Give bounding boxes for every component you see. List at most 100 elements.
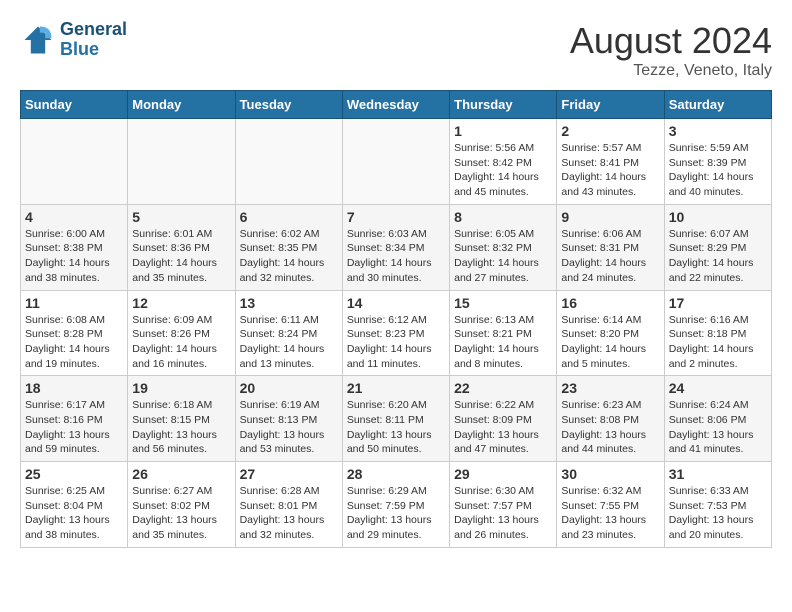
calendar-cell: 17Sunrise: 6:16 AM Sunset: 8:18 PM Dayli… — [664, 290, 771, 376]
day-number: 31 — [669, 466, 767, 482]
calendar-cell: 31 Sunrise: 6:33 AM Sunset: 7:53 PM Dayli… — [664, 462, 771, 548]
day-info: Sunrise: 6:25 AM Sunset: 8:04 PM Dayligh… — [25, 484, 123, 543]
day-info: Sunrise: 6:02 AM Sunset: 8:35 PM Dayligh… — [240, 227, 338, 286]
day-number: 11 — [25, 295, 123, 311]
day-info: Sunrise: 5:59 AM Sunset: 8:39 PM Dayligh… — [669, 141, 767, 200]
calendar-cell: 14Sunrise: 6:12 AM Sunset: 8:23 PM Dayli… — [342, 290, 449, 376]
day-number: 4 — [25, 209, 123, 225]
logo: General Blue — [20, 20, 127, 60]
day-info: Sunrise: 6:19 AM Sunset: 8:13 PM Dayligh… — [240, 398, 338, 457]
calendar-cell: 10Sunrise: 6:07 AM Sunset: 8:29 PM Dayli… — [664, 204, 771, 290]
day-number: 27 — [240, 466, 338, 482]
calendar-cell: 25 Sunrise: 6:25 AM Sunset: 8:04 PM Dayli… — [21, 462, 128, 548]
day-number: 6 — [240, 209, 338, 225]
calendar-cell: 8Sunrise: 6:05 AM Sunset: 8:32 PM Daylig… — [450, 204, 557, 290]
day-info: Sunrise: 6:32 AM Sunset: 7:55 PM Dayligh… — [561, 484, 659, 543]
day-info: Sunrise: 6:13 AM Sunset: 8:21 PM Dayligh… — [454, 313, 552, 372]
day-number: 18 — [25, 380, 123, 396]
day-number: 21 — [347, 380, 445, 396]
calendar-week-row: 25 Sunrise: 6:25 AM Sunset: 8:04 PM Dayli… — [21, 462, 772, 548]
month-title: August 2024 — [570, 20, 772, 62]
day-number: 1 — [454, 123, 552, 139]
day-info: Sunrise: 6:14 AM Sunset: 8:20 PM Dayligh… — [561, 313, 659, 372]
calendar-table: SundayMondayTuesdayWednesdayThursdayFrid… — [20, 90, 772, 548]
calendar-cell: 16 Sunrise: 6:14 AM Sunset: 8:20 PM Dayli… — [557, 290, 664, 376]
day-info: Sunrise: 6:00 AM Sunset: 8:38 PM Dayligh… — [25, 227, 123, 286]
weekday-header-sunday: Sunday — [21, 91, 128, 119]
day-number: 2 — [561, 123, 659, 139]
calendar-cell: 13 Sunrise: 6:11 AM Sunset: 8:24 PM Dayli… — [235, 290, 342, 376]
day-info: Sunrise: 6:22 AM Sunset: 8:09 PM Dayligh… — [454, 398, 552, 457]
day-info: Sunrise: 6:11 AM Sunset: 8:24 PM Dayligh… — [240, 313, 338, 372]
calendar-cell — [235, 119, 342, 205]
calendar-cell: 6 Sunrise: 6:02 AM Sunset: 8:35 PM Daylig… — [235, 204, 342, 290]
day-info: Sunrise: 6:08 AM Sunset: 8:28 PM Dayligh… — [25, 313, 123, 372]
day-info: Sunrise: 6:09 AM Sunset: 8:26 PM Dayligh… — [132, 313, 230, 372]
day-number: 12 — [132, 295, 230, 311]
day-number: 15 — [454, 295, 552, 311]
day-number: 14 — [347, 295, 445, 311]
day-info: Sunrise: 6:29 AM Sunset: 7:59 PM Dayligh… — [347, 484, 445, 543]
day-info: Sunrise: 6:30 AM Sunset: 7:57 PM Dayligh… — [454, 484, 552, 543]
calendar-cell: 5 Sunrise: 6:01 AM Sunset: 8:36 PM Daylig… — [128, 204, 235, 290]
day-info: Sunrise: 6:16 AM Sunset: 8:18 PM Dayligh… — [669, 313, 767, 372]
calendar-cell: 18 Sunrise: 6:17 AM Sunset: 8:16 PM Dayli… — [21, 376, 128, 462]
day-info: Sunrise: 6:18 AM Sunset: 8:15 PM Dayligh… — [132, 398, 230, 457]
day-number: 7 — [347, 209, 445, 225]
day-info: Sunrise: 5:57 AM Sunset: 8:41 PM Dayligh… — [561, 141, 659, 200]
day-info: Sunrise: 6:01 AM Sunset: 8:36 PM Dayligh… — [132, 227, 230, 286]
day-info: Sunrise: 6:07 AM Sunset: 8:29 PM Dayligh… — [669, 227, 767, 286]
day-number: 13 — [240, 295, 338, 311]
day-number: 20 — [240, 380, 338, 396]
calendar-cell — [21, 119, 128, 205]
day-info: Sunrise: 6:03 AM Sunset: 8:34 PM Dayligh… — [347, 227, 445, 286]
day-info: Sunrise: 6:17 AM Sunset: 8:16 PM Dayligh… — [25, 398, 123, 457]
calendar-cell: 26Sunrise: 6:27 AM Sunset: 8:02 PM Dayli… — [128, 462, 235, 548]
calendar-cell: 7 Sunrise: 6:03 AM Sunset: 8:34 PM Daylig… — [342, 204, 449, 290]
day-number: 24 — [669, 380, 767, 396]
day-number: 19 — [132, 380, 230, 396]
calendar-cell: 29Sunrise: 6:30 AM Sunset: 7:57 PM Dayli… — [450, 462, 557, 548]
logo-icon — [20, 22, 56, 58]
logo-text: General Blue — [60, 20, 127, 60]
calendar-cell: 23 Sunrise: 6:23 AM Sunset: 8:08 PM Dayli… — [557, 376, 664, 462]
weekday-header-friday: Friday — [557, 91, 664, 119]
day-number: 5 — [132, 209, 230, 225]
calendar-cell: 22Sunrise: 6:22 AM Sunset: 8:09 PM Dayli… — [450, 376, 557, 462]
calendar-cell: 28Sunrise: 6:29 AM Sunset: 7:59 PM Dayli… — [342, 462, 449, 548]
weekday-header-saturday: Saturday — [664, 91, 771, 119]
day-info: Sunrise: 6:24 AM Sunset: 8:06 PM Dayligh… — [669, 398, 767, 457]
day-number: 30 — [561, 466, 659, 482]
day-number: 8 — [454, 209, 552, 225]
calendar-cell: 27 Sunrise: 6:28 AM Sunset: 8:01 PM Dayli… — [235, 462, 342, 548]
page-header: General Blue August 2024 Tezze, Veneto, … — [20, 20, 772, 80]
weekday-header-thursday: Thursday — [450, 91, 557, 119]
calendar-cell: 11 Sunrise: 6:08 AM Sunset: 8:28 PM Dayli… — [21, 290, 128, 376]
day-number: 26 — [132, 466, 230, 482]
calendar-cell: 20 Sunrise: 6:19 AM Sunset: 8:13 PM Dayli… — [235, 376, 342, 462]
day-info: Sunrise: 5:56 AM Sunset: 8:42 PM Dayligh… — [454, 141, 552, 200]
weekday-header-monday: Monday — [128, 91, 235, 119]
day-info: Sunrise: 6:33 AM Sunset: 7:53 PM Dayligh… — [669, 484, 767, 543]
calendar-week-row: 18 Sunrise: 6:17 AM Sunset: 8:16 PM Dayli… — [21, 376, 772, 462]
calendar-cell: 9Sunrise: 6:06 AM Sunset: 8:31 PM Daylig… — [557, 204, 664, 290]
calendar-cell: 12 Sunrise: 6:09 AM Sunset: 8:26 PM Dayli… — [128, 290, 235, 376]
day-info: Sunrise: 6:06 AM Sunset: 8:31 PM Dayligh… — [561, 227, 659, 286]
calendar-cell: 24 Sunrise: 6:24 AM Sunset: 8:06 PM Dayli… — [664, 376, 771, 462]
day-number: 3 — [669, 123, 767, 139]
calendar-cell — [128, 119, 235, 205]
day-info: Sunrise: 6:23 AM Sunset: 8:08 PM Dayligh… — [561, 398, 659, 457]
day-number: 23 — [561, 380, 659, 396]
day-info: Sunrise: 6:20 AM Sunset: 8:11 PM Dayligh… — [347, 398, 445, 457]
day-info: Sunrise: 6:28 AM Sunset: 8:01 PM Dayligh… — [240, 484, 338, 543]
calendar-week-row: 11 Sunrise: 6:08 AM Sunset: 8:28 PM Dayli… — [21, 290, 772, 376]
location: Tezze, Veneto, Italy — [570, 62, 772, 80]
calendar-cell — [342, 119, 449, 205]
calendar-cell: 1 Sunrise: 5:56 AM Sunset: 8:42 PM Daylig… — [450, 119, 557, 205]
weekday-header-row: SundayMondayTuesdayWednesdayThursdayFrid… — [21, 91, 772, 119]
calendar-cell: 3 Sunrise: 5:59 AM Sunset: 8:39 PM Daylig… — [664, 119, 771, 205]
day-number: 16 — [561, 295, 659, 311]
weekday-header-wednesday: Wednesday — [342, 91, 449, 119]
day-number: 25 — [25, 466, 123, 482]
weekday-header-tuesday: Tuesday — [235, 91, 342, 119]
